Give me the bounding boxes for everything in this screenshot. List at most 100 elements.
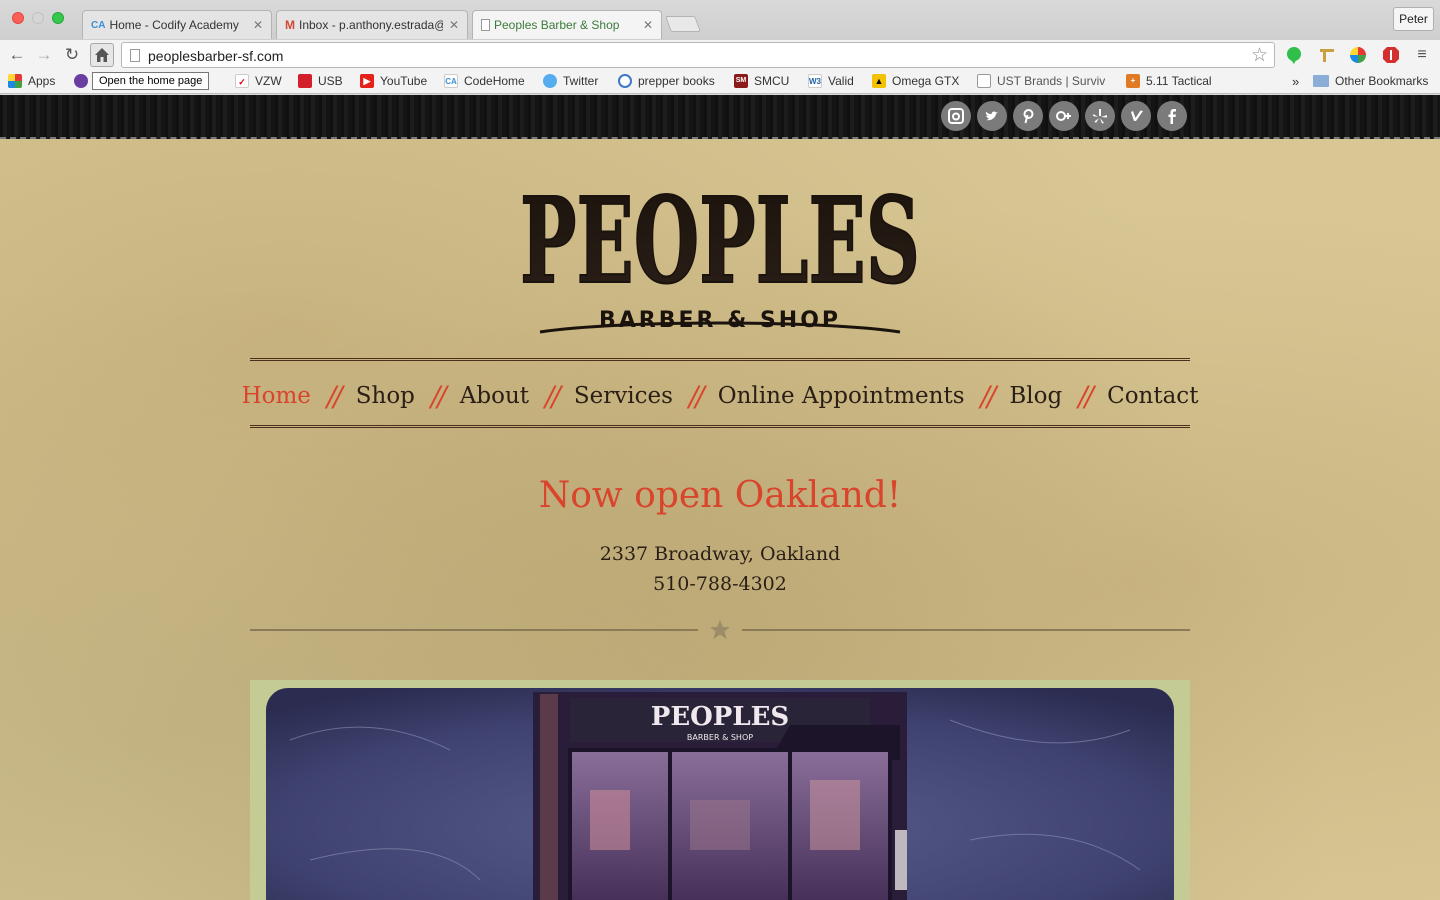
bookmark-youtube[interactable]: ▶ YouTube <box>360 74 427 88</box>
facebook-icon[interactable] <box>1157 101 1187 131</box>
adblock-extension-icon[interactable] <box>1382 46 1400 64</box>
bookmark-label: UST Brands | Surviv <box>997 74 1106 88</box>
tactical-icon: + <box>1126 74 1140 88</box>
vzw-icon: ✓ <box>235 74 249 88</box>
bookmark-peace[interactable] <box>74 74 94 88</box>
gmail-favicon-icon: M <box>285 18 295 32</box>
home-button[interactable] <box>90 43 114 67</box>
bookmark-label: 5.11 Tactical <box>1146 74 1212 88</box>
bookmark-smcu[interactable]: SM SMCU <box>734 74 789 88</box>
star-icon <box>710 620 730 639</box>
bookmark-label: Omega GTX <box>892 74 960 88</box>
nav-shop[interactable]: Shop <box>354 383 417 409</box>
bookmark-label: prepper books <box>638 74 715 88</box>
bookmark-usb[interactable]: USB <box>298 74 343 88</box>
other-bookmarks-folder[interactable]: Other Bookmarks <box>1313 74 1428 88</box>
tab-close-icon[interactable]: ✕ <box>253 18 263 32</box>
youtube-icon: ▶ <box>360 74 374 88</box>
nav-separator: // <box>326 379 343 413</box>
bookmark-label: VZW <box>255 74 282 88</box>
tab-label: Peoples Barber & Shop <box>494 18 620 32</box>
w3c-icon: W3 <box>808 74 822 88</box>
instagram-icon[interactable] <box>941 101 971 131</box>
url-text[interactable]: peoplesbarber-sf.com <box>148 48 283 64</box>
tab-close-icon[interactable]: ✕ <box>643 18 653 32</box>
reload-icon[interactable]: ↻ <box>61 43 83 67</box>
photo-sign-title: PEOPLES <box>651 702 789 732</box>
bookmarks-overflow-button[interactable]: » <box>1292 74 1299 89</box>
bookmark-prepper-books[interactable]: prepper books <box>618 74 715 88</box>
bookmark-codehome[interactable]: CA CodeHome <box>444 74 525 88</box>
home-button-tooltip: Open the home page <box>92 72 210 90</box>
nav-bottom-rule <box>250 425 1190 428</box>
bookmark-label: Valid <box>828 74 854 88</box>
nav-separator: // <box>980 379 997 413</box>
new-tab-button[interactable] <box>665 16 701 32</box>
colorpicker-extension-icon[interactable] <box>1349 46 1367 64</box>
warning-icon: ▲ <box>872 74 886 88</box>
smcu-icon: SM <box>734 74 748 88</box>
bookmark-label: Apps <box>28 74 56 88</box>
tab-gmail[interactable]: M Inbox - p.anthony.estrada@ ✕ <box>276 10 468 39</box>
nav-top-rule <box>250 358 1190 361</box>
address-line: 2337 Broadway, Oakland <box>599 543 841 565</box>
measure-extension-icon[interactable] <box>1318 46 1336 64</box>
headline: Now open Oakland! <box>538 475 902 516</box>
page-favicon-icon <box>481 19 490 31</box>
vimeo-icon[interactable] <box>1121 101 1151 131</box>
photo-sign-subtitle: BARBER & SHOP <box>687 733 753 742</box>
bookmarks-bar: Apps Open the home page ✓ VZW USB ▶ YouT… <box>0 69 1440 94</box>
nav-separator: // <box>688 379 705 413</box>
nav-contact[interactable]: Contact <box>1105 383 1200 409</box>
bookmark-label: Other Bookmarks <box>1335 74 1429 88</box>
tab-label: Home - Codify Academy <box>109 18 239 32</box>
evernote-extension-icon[interactable] <box>1285 46 1303 64</box>
tab-peoples-barber[interactable]: Peoples Barber & Shop ✕ <box>472 10 662 39</box>
bookmark-omega-gtx[interactable]: ▲ Omega GTX <box>872 74 959 88</box>
bookmark-vzw[interactable]: ✓ VZW <box>235 74 282 88</box>
address-bar[interactable]: peoplesbarber-sf.com ☆ <box>121 42 1275 68</box>
page-icon <box>130 49 140 62</box>
close-window-button[interactable] <box>12 12 24 24</box>
nav-separator: // <box>1078 379 1094 413</box>
page-icon <box>977 74 991 88</box>
tab-close-icon[interactable]: ✕ <box>449 18 459 32</box>
nav-online-appointments[interactable]: Online Appointments <box>716 383 967 409</box>
twitter-icon[interactable] <box>977 101 1007 131</box>
phone-number[interactable]: 510-788-4302 <box>250 569 1190 599</box>
google-plus-icon[interactable] <box>1049 101 1079 131</box>
bookmark-label: SMCU <box>754 74 790 88</box>
nav-separator: // <box>430 379 447 413</box>
bookmark-label: YouTube <box>380 74 428 88</box>
back-arrow-icon[interactable]: ← <box>6 43 28 67</box>
pinterest-icon[interactable] <box>1013 101 1043 131</box>
minimize-window-button[interactable] <box>32 12 44 24</box>
forward-arrow-icon[interactable]: → <box>33 43 55 67</box>
profile-button[interactable]: Peter <box>1393 7 1434 31</box>
bookmark-ust-brands[interactable]: UST Brands | Surviv <box>977 74 1109 88</box>
nav-services[interactable]: Services <box>572 383 675 409</box>
zoom-window-button[interactable] <box>52 12 64 24</box>
bookmark-511-tactical[interactable]: + 5.11 Tactical <box>1126 74 1212 88</box>
site-logo[interactable]: PEOPLES BARBER & SHOP <box>500 170 940 345</box>
address-block: 2337 Broadway, Oakland 510-788-4302 <box>250 539 1190 599</box>
folder-icon <box>1313 75 1329 87</box>
browser-titlebar: CA Home - Codify Academy ✕ M Inbox - p.a… <box>0 0 1440 39</box>
bookmark-label: USB <box>318 74 343 88</box>
globe-icon <box>618 74 632 88</box>
nav-home[interactable]: Home <box>240 383 313 409</box>
bookmark-twitter[interactable]: Twitter <box>543 74 598 88</box>
yelp-icon[interactable] <box>1085 101 1115 131</box>
menu-icon[interactable]: ≡ <box>1411 43 1433 67</box>
nav-blog[interactable]: Blog <box>1007 383 1064 409</box>
star-divider <box>250 620 1190 639</box>
web-page: PEOPLES BARBER & SHOP Home // Shop // Ab… <box>0 95 1440 900</box>
usb-icon <box>298 74 312 88</box>
bookmark-valid[interactable]: W3 Valid <box>808 74 854 88</box>
home-icon <box>95 48 109 62</box>
nav-about[interactable]: About <box>458 383 531 409</box>
bookmark-star-icon[interactable]: ☆ <box>1251 44 1268 67</box>
bookmark-apps[interactable]: Apps <box>8 74 55 88</box>
tab-codify[interactable]: CA Home - Codify Academy ✕ <box>82 10 272 39</box>
codify-icon: CA <box>444 74 458 88</box>
